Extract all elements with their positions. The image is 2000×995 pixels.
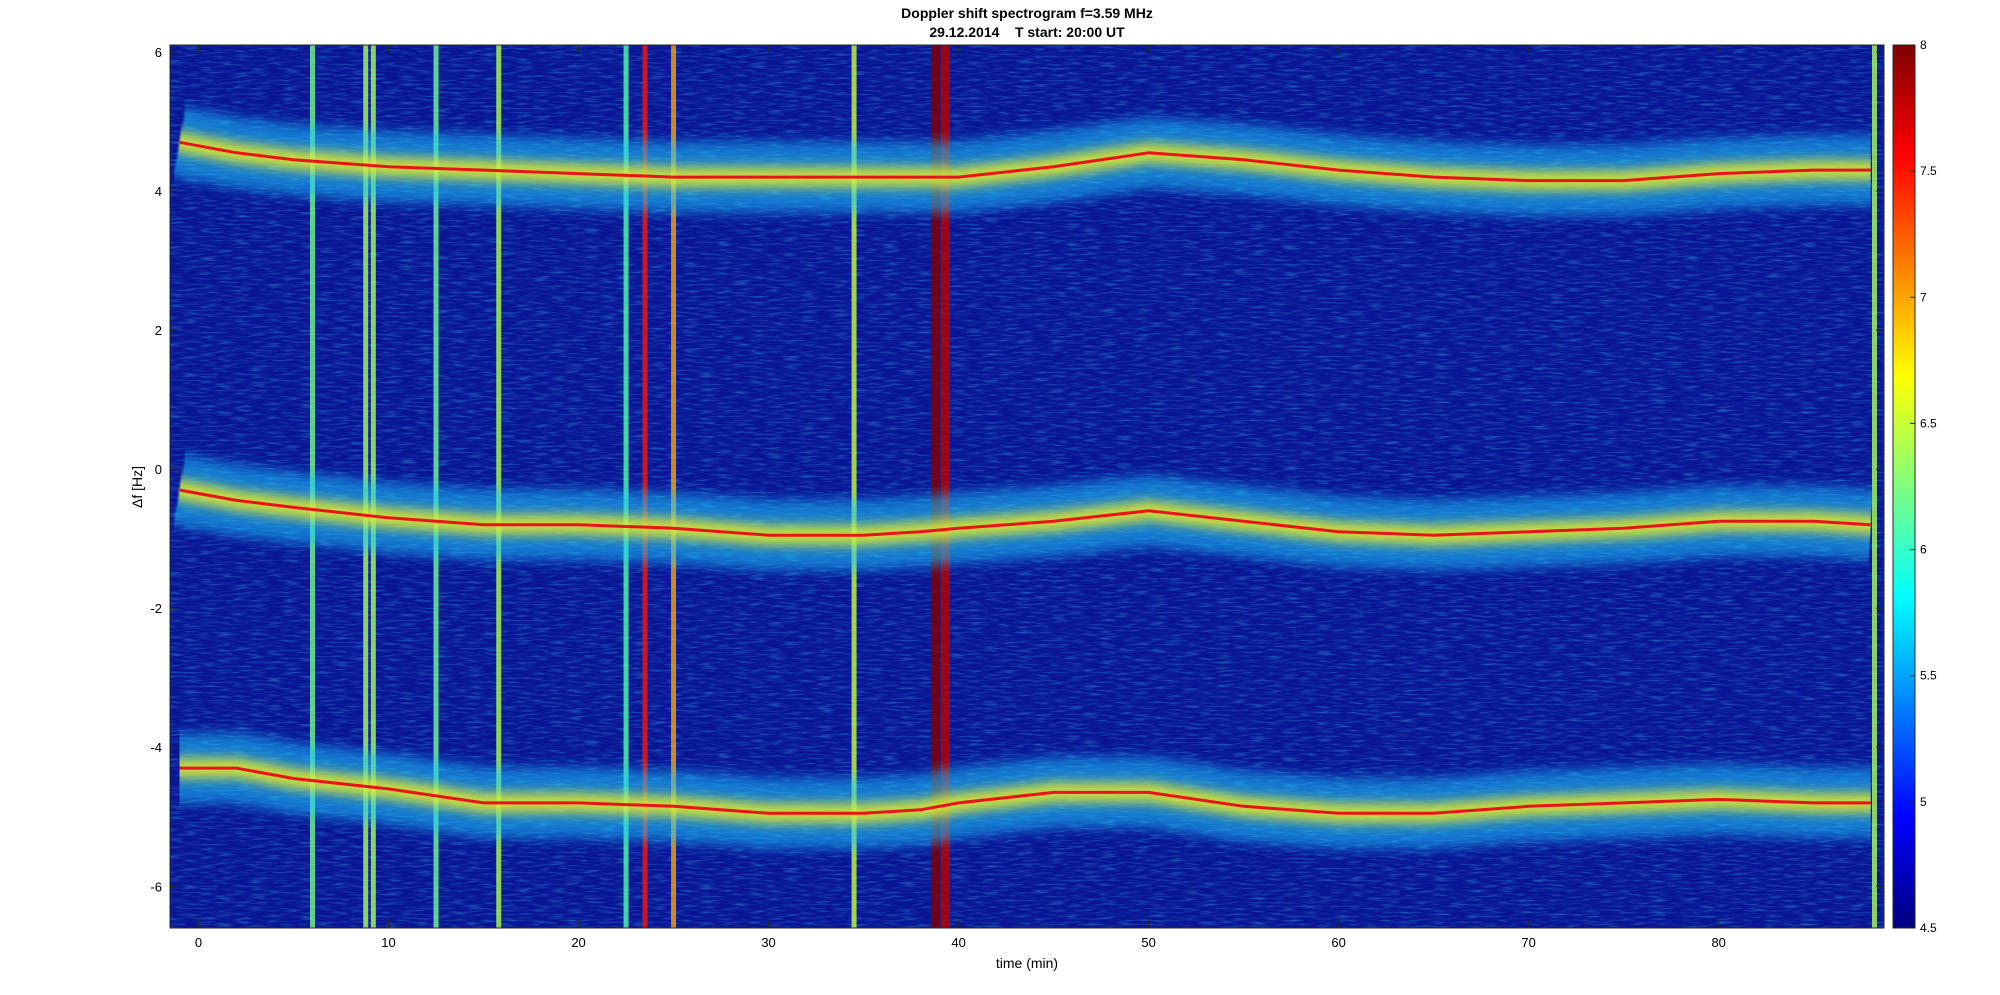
colorbar-tick-label: 7	[1920, 290, 1927, 304]
chart-subtitle: 29.12.2014 T start: 20:00 UT	[929, 24, 1125, 40]
x-tick-label: 0	[195, 935, 202, 950]
chart-title: Doppler shift spectrogram f=3.59 MHz	[901, 5, 1153, 21]
colorbar	[1892, 44, 1916, 929]
interference-band-11	[1871, 45, 1877, 928]
colorbar-tick-label: 7.5	[1920, 164, 1937, 178]
y-tick-label: -2	[150, 601, 162, 616]
x-tick-label: 20	[571, 935, 585, 950]
y-axis-label: Δf [Hz]	[129, 466, 145, 508]
y-tick-label: 2	[155, 323, 162, 338]
x-tick-label: 80	[1711, 935, 1725, 950]
colorbar-tick-label: 8	[1920, 38, 1927, 52]
colorbar-tick-label: 5.5	[1920, 669, 1937, 683]
colorbar-tick-label: 4.5	[1920, 921, 1937, 935]
colorbar-tick-label: 6	[1920, 543, 1927, 557]
x-tick-label: 50	[1141, 935, 1155, 950]
y-tick-label: 6	[155, 45, 162, 60]
x-tick-label: 70	[1521, 935, 1535, 950]
y-tick-label: -6	[150, 879, 162, 894]
x-tick-label: 60	[1331, 935, 1345, 950]
colorbar-tick-label: 5	[1920, 795, 1927, 809]
colorbar-tick-label: 6.5	[1920, 416, 1937, 430]
x-tick-label: 10	[381, 935, 395, 950]
y-tick-label: 0	[155, 462, 162, 477]
spectrogram-figure: Doppler shift spectrogram f=3.59 MHz 29.…	[129, 5, 1937, 971]
y-tick-label: -4	[150, 740, 162, 755]
x-tick-label: 30	[761, 935, 775, 950]
y-tick-label: 4	[155, 184, 162, 199]
x-tick-label: 40	[951, 935, 965, 950]
x-axis-label: time (min)	[996, 955, 1058, 971]
